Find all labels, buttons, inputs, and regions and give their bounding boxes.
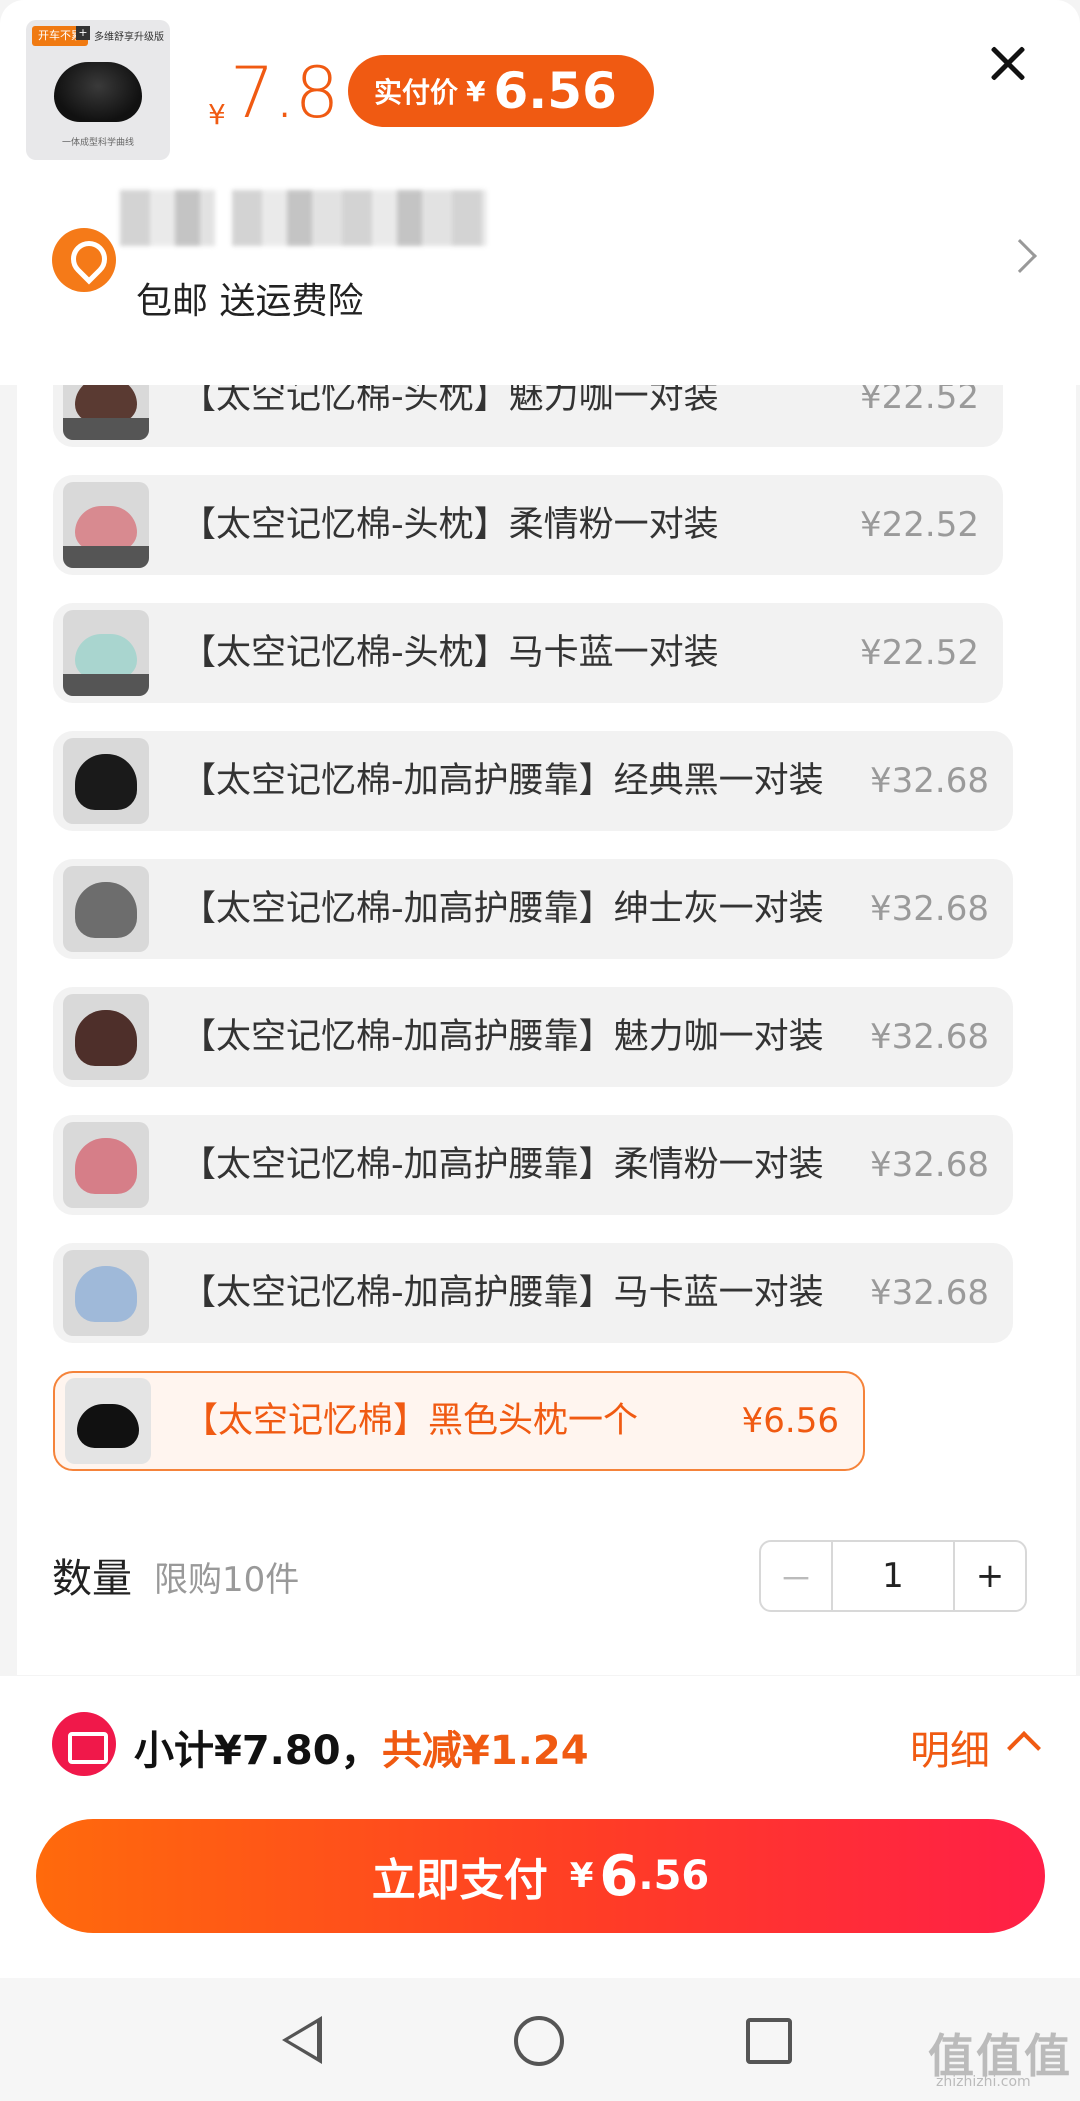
option-price: ¥32.68 [870, 1017, 989, 1057]
sku-option[interactable]: 【太空记忆棉-加高护腰靠】绅士灰一对装 ¥32.68 [53, 859, 1013, 959]
pay-now-value-dec: .56 [638, 1853, 710, 1899]
watermark-url: zhizhizhi.com [936, 2074, 1031, 2090]
option-label: 【太空记忆棉-加高护腰靠】柔情粉一对装 [181, 1145, 824, 1185]
sku-option[interactable]: 【太空记忆棉-头枕】马卡蓝一对装 ¥22.52 [53, 603, 1003, 703]
product-thumbnail[interactable]: 开车不累 + 多维舒享升级版 一体成型科学曲线 [26, 20, 170, 160]
actual-price-label: 实付价 [374, 76, 459, 109]
option-image [63, 994, 149, 1080]
sku-option[interactable]: 【太空记忆棉-加高护腰靠】马卡蓝一对装 ¥32.68 [53, 1243, 1013, 1343]
pay-now-label: 立即支付 [371, 1855, 548, 1906]
sku-option[interactable]: 【太空记忆棉-头枕】柔情粉一对装 ¥22.52 [53, 475, 1003, 575]
shipping-info: 包邮 送运费险 [136, 281, 364, 322]
pay-now-button[interactable]: 立即支付 ¥ 6 .56 [36, 1819, 1045, 1933]
option-label: 【太空记忆棉-头枕】柔情粉一对装 [181, 505, 719, 545]
option-label: 【太空记忆棉-头枕】马卡蓝一对装 [181, 633, 719, 673]
option-label: 【太空记忆棉-加高护腰靠】魅力咖一对装 [181, 1017, 824, 1057]
address-redacted [120, 190, 215, 246]
subtotal: 小计¥7.80， [134, 1728, 381, 1774]
option-price: ¥32.68 [870, 889, 989, 929]
home-icon[interactable] [514, 2016, 564, 2066]
option-price: ¥32.68 [870, 1273, 989, 1313]
option-label: 【太空记忆棉-加高护腰靠】马卡蓝一对装 [181, 1273, 824, 1313]
option-image [63, 866, 149, 952]
option-label: 【太空记忆棉-加高护腰靠】绅士灰一对装 [181, 889, 824, 929]
price-currency: ¥ [208, 98, 226, 131]
option-image [65, 1378, 151, 1464]
thumb-caption: 多维舒享升级版 [94, 32, 164, 43]
option-image [63, 738, 149, 824]
option-image [63, 610, 149, 696]
increase-button[interactable]: + [953, 1542, 1025, 1610]
option-image [63, 1250, 149, 1336]
actual-price-currency: ¥ [466, 74, 486, 108]
quantity-label: 数量 [52, 1556, 132, 1602]
sku-option[interactable]: 【太空记忆棉-加高护腰靠】柔情粉一对装 ¥32.68 [53, 1115, 1013, 1215]
option-image [63, 1122, 149, 1208]
sku-option[interactable]: 【太空记忆棉-头枕】魅力咖一对装 ¥22.52 [53, 385, 1003, 447]
pay-now-currency: ¥ [569, 1856, 594, 1896]
detail-link[interactable]: 明细 [910, 1718, 990, 1776]
close-icon[interactable] [980, 36, 1036, 92]
option-image [63, 482, 149, 568]
option-label: 【太空记忆棉】黑色头枕一个 [183, 1401, 639, 1441]
price: 7.8 [230, 52, 339, 134]
headrest-image [54, 62, 142, 122]
location-icon [52, 228, 116, 292]
option-price: ¥32.68 [870, 1145, 989, 1185]
quantity-input[interactable]: 1 [833, 1542, 953, 1610]
recent-apps-icon[interactable] [746, 2018, 792, 2064]
thumb-foot: 一体成型科学曲线 [61, 138, 134, 148]
quantity-limit: 限购10件 [154, 1560, 300, 1600]
pay-now-value-int: 6 [599, 1843, 639, 1909]
plus-icon: + [76, 26, 90, 40]
sku-option-selected[interactable]: 【太空记忆棉】黑色头枕一个 ¥6.56 [53, 1371, 865, 1471]
discount-total: 共减¥1.24 [382, 1728, 589, 1774]
back-icon[interactable] [282, 2016, 322, 2064]
sku-option[interactable]: 【太空记忆棉-加高护腰靠】经典黑一对装 ¥32.68 [53, 731, 1013, 831]
sku-option[interactable]: 【太空记忆棉-加高护腰靠】魅力咖一对装 ¥32.68 [53, 987, 1013, 1087]
address-redacted [232, 190, 487, 246]
option-price: ¥6.56 [741, 1401, 839, 1441]
quantity-stepper: － 1 + [759, 1540, 1027, 1612]
option-label: 【太空记忆棉-头枕】魅力咖一对装 [181, 385, 719, 417]
option-price: ¥22.52 [860, 385, 979, 417]
option-price: ¥32.68 [870, 761, 989, 801]
option-image [63, 385, 149, 440]
option-price: ¥22.52 [860, 505, 979, 545]
actual-price-value: 6.56 [493, 62, 617, 120]
option-price: ¥22.52 [860, 633, 979, 673]
coupon-icon [52, 1712, 116, 1776]
actual-price-pill: 实付价 ¥ 6.56 [348, 55, 654, 127]
decrease-button[interactable]: － [761, 1542, 833, 1610]
option-label: 【太空记忆棉-加高护腰靠】经典黑一对装 [181, 761, 824, 801]
sku-option-list: 【太空记忆棉-头枕】魅力咖一对装 ¥22.52 【太空记忆棉-头枕】柔情粉一对装… [17, 385, 1076, 1675]
